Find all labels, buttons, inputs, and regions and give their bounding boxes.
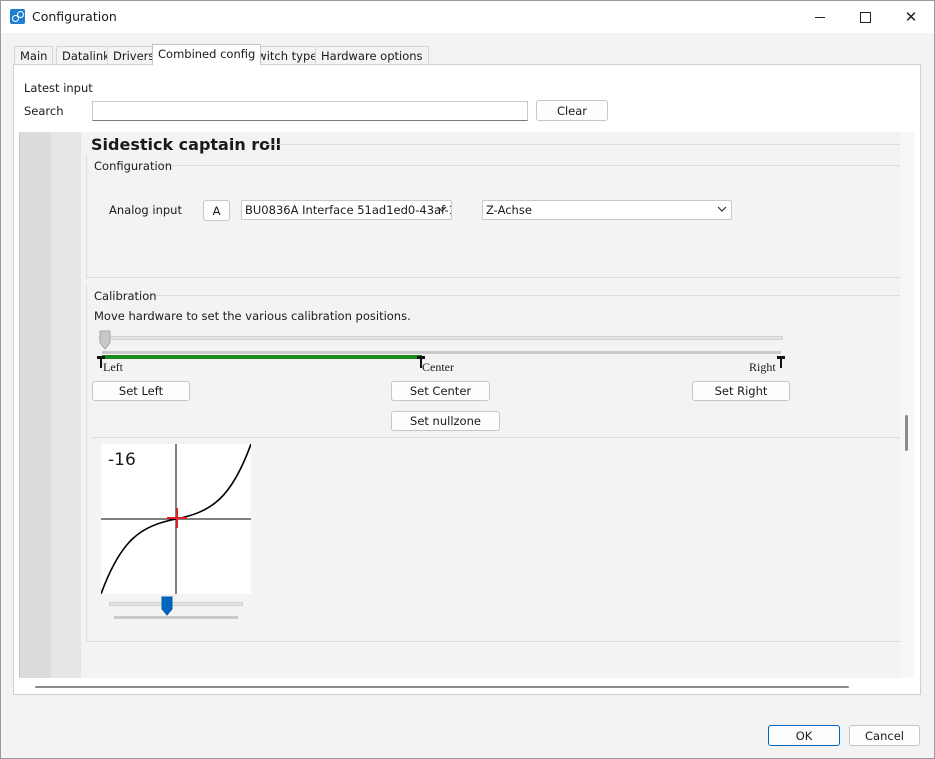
- cancel-button[interactable]: Cancel: [849, 725, 920, 746]
- device-select-value: BU0836A Interface 51ad1ed0-43af-11e: [245, 203, 452, 217]
- title-bar[interactable]: Configuration ✕: [1, 1, 934, 33]
- search-label: Search: [24, 104, 64, 118]
- right-marker-icon: [777, 356, 785, 368]
- device-select[interactable]: BU0836A Interface 51ad1ed0-43af-11e: [241, 200, 452, 220]
- maximize-button[interactable]: [843, 1, 887, 33]
- calibration-center-label: Center: [422, 360, 454, 374]
- list-gutter-outer: [19, 132, 52, 678]
- tab-main[interactable]: Main: [14, 46, 54, 64]
- configuration-group-rule: [161, 165, 900, 166]
- calibration-right-label: Right: [749, 360, 776, 374]
- axis-select-value: Z-Achse: [486, 203, 532, 217]
- axis-select[interactable]: Z-Achse: [482, 200, 732, 220]
- search-input[interactable]: [92, 101, 528, 121]
- window-title: Configuration: [32, 9, 117, 24]
- raw-input-slider-thumb[interactable]: [99, 330, 111, 350]
- analog-mode-button[interactable]: A: [203, 200, 230, 221]
- tab-hardware-options[interactable]: Hardware options: [315, 46, 429, 64]
- curve-group-rule: [92, 437, 900, 438]
- vertical-scrollbar-thumb[interactable]: [905, 415, 908, 451]
- configuration-group-label: Configuration: [94, 159, 172, 173]
- curve-value-display: -16: [108, 450, 136, 470]
- curve-range-bar: [114, 616, 238, 619]
- clear-button[interactable]: Clear: [536, 100, 608, 121]
- raw-input-slider-track[interactable]: [99, 336, 783, 340]
- configuration-window: Configuration ✕ Main Datalink Drivers Co…: [0, 0, 935, 759]
- calibration-range-fill: [102, 355, 422, 359]
- set-right-button[interactable]: Set Right: [692, 381, 790, 401]
- chevron-down-icon: [717, 206, 727, 212]
- list-gutter-inner: [51, 132, 81, 678]
- calibration-instructions: Move hardware to set the various calibra…: [94, 309, 411, 323]
- set-nullzone-button[interactable]: Set nullzone: [391, 411, 500, 431]
- calibration-group-label: Calibration: [94, 289, 157, 303]
- horizontal-scrollbar-thumb[interactable]: [35, 686, 849, 688]
- latest-input-label: Latest input: [24, 81, 93, 95]
- tab-combined-config[interactable]: Combined config: [152, 44, 262, 65]
- chevron-down-icon: [437, 206, 447, 212]
- app-icon: [10, 9, 25, 24]
- calibration-group-rule: [149, 295, 900, 296]
- vertical-scrollbar[interactable]: [900, 132, 914, 678]
- curve-slider-thumb[interactable]: [161, 596, 173, 616]
- minimize-button[interactable]: [798, 1, 842, 33]
- analog-input-label: Analog input: [109, 203, 182, 217]
- calibration-left-label: Left: [103, 360, 123, 374]
- set-center-button[interactable]: Set Center: [391, 381, 490, 401]
- curve-slider-track[interactable]: [109, 602, 243, 606]
- crosshair-marker: [167, 508, 187, 528]
- response-curve-graph: -16: [100, 443, 252, 595]
- section-title: Sidestick captain roll: [91, 135, 282, 154]
- ok-button[interactable]: OK: [768, 725, 840, 746]
- section-title-rule: [263, 144, 900, 145]
- set-left-button[interactable]: Set Left: [92, 381, 190, 401]
- close-button[interactable]: ✕: [889, 1, 933, 33]
- calibration-range-track: [102, 351, 781, 354]
